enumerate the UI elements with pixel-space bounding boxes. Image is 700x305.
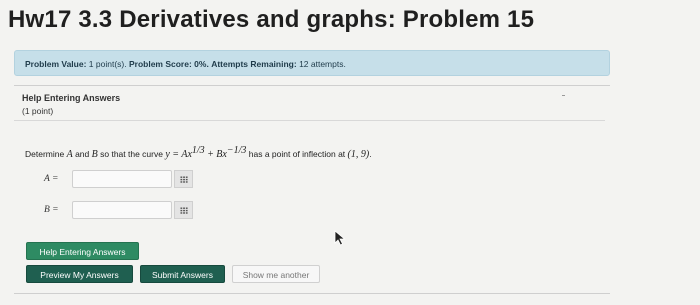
problem-value: 1 point(s). [88, 59, 127, 69]
problem-score: 0%. [194, 59, 209, 69]
attempts-remaining-label: Attempts Remaining: [211, 59, 297, 69]
submit-answers-button[interactable]: Submit Answers [140, 265, 225, 283]
question-text: Determine A and B so that the curve y = … [25, 145, 372, 160]
collapse-marker [562, 95, 565, 96]
bottom-divider [14, 293, 610, 294]
answer-a-label: A = [44, 174, 59, 184]
answer-a-input[interactable] [72, 170, 172, 188]
grid-icon[interactable] [174, 170, 193, 188]
help-entering-answers-heading: Help Entering Answers [22, 93, 121, 103]
grid-icon[interactable] [174, 201, 193, 219]
answer-b-input[interactable] [72, 201, 172, 219]
problem-info-bar: Problem Value: 1 point(s). Problem Score… [14, 50, 610, 76]
help-entering-answers-button[interactable]: Help Entering Answers [26, 242, 139, 260]
divider [14, 85, 610, 86]
show-another-button[interactable]: Show me another [232, 265, 320, 283]
page-title: Hw17 3.3 Derivatives and graphs: Problem… [8, 6, 535, 33]
mouse-pointer-icon [334, 230, 346, 246]
attempts-remaining: 12 attempts. [299, 59, 346, 69]
problem-score-label: Problem Score: [128, 59, 192, 69]
answer-b-label: B = [44, 205, 59, 215]
preview-answers-button[interactable]: Preview My Answers [26, 265, 133, 283]
problem-value-label: Problem Value: [25, 59, 87, 69]
panel-divider [14, 120, 605, 121]
problem-points: (1 point) [22, 106, 54, 116]
